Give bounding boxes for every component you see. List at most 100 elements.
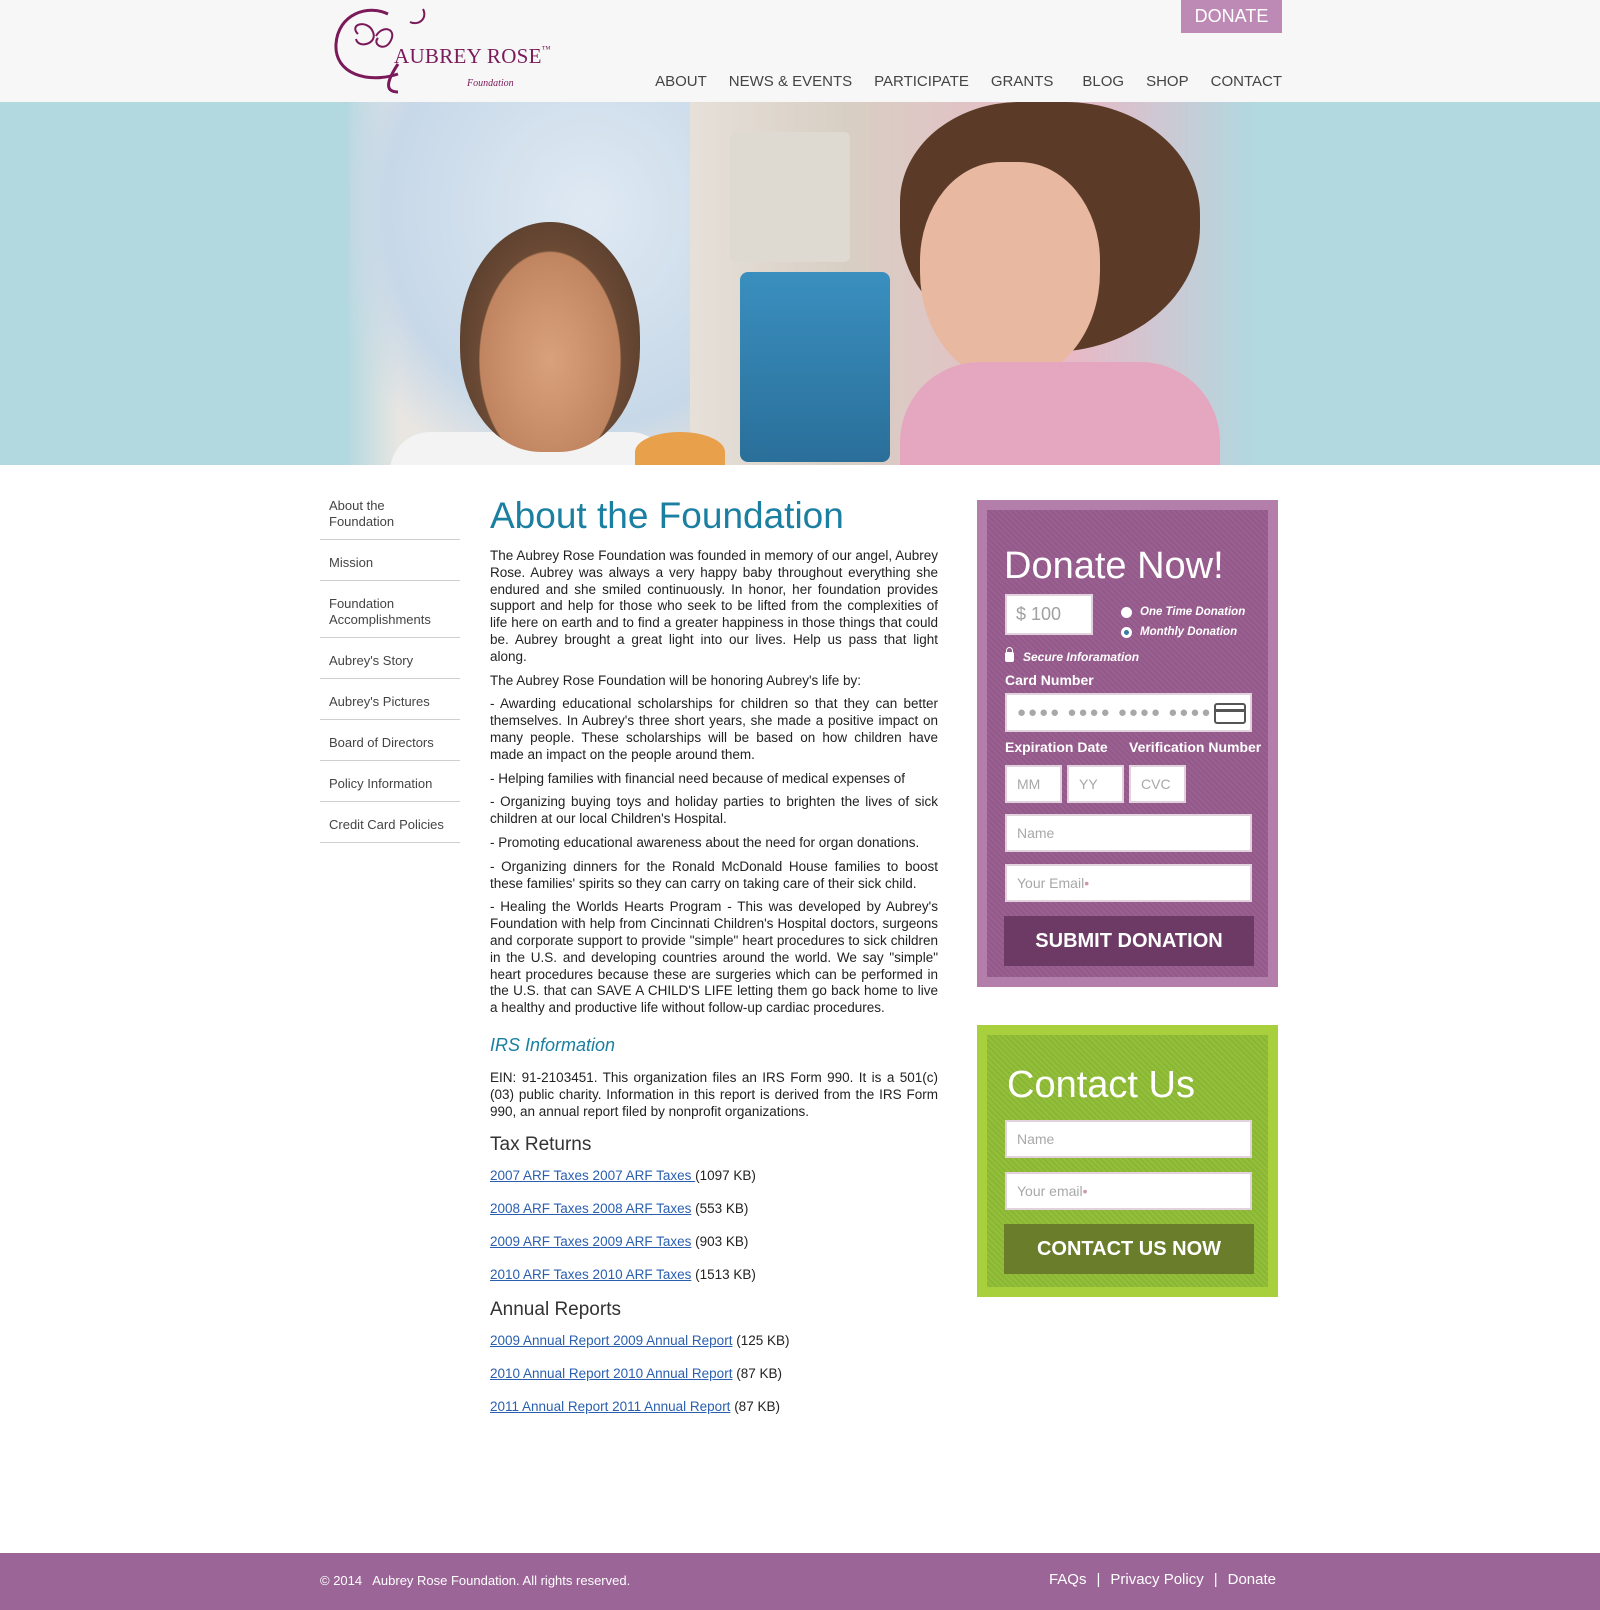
program-toys: - Organizing buying toys and holiday par… bbox=[490, 794, 938, 827]
nav-contact[interactable]: CONTACT bbox=[1211, 73, 1282, 90]
sidebar-item-aubreys-pictures[interactable]: Aubrey's Pictures bbox=[320, 689, 460, 720]
logo-text: AUBREY ROSE™ bbox=[394, 44, 551, 68]
irs-text: EIN: 91-2103451. This organization files… bbox=[490, 1069, 938, 1119]
copyright: © 2014 Aubrey Rose Foundation. All right… bbox=[320, 1573, 631, 1588]
honoring-paragraph: The Aubrey Rose Foundation will be honor… bbox=[490, 672, 862, 688]
footer-separator: | bbox=[1096, 1571, 1101, 1588]
annual-report-link[interactable]: 2011 Annual Report 2011 Annual Report bbox=[490, 1399, 730, 1414]
monthly-donation-option[interactable]: Monthly Donation bbox=[1121, 626, 1237, 638]
required-marker: • bbox=[1084, 875, 1090, 891]
site-header: AUBREY ROSE™ Foundation DONATE ABOUT NEW… bbox=[0, 0, 1600, 102]
footer-links: FAQs | Privacy Policy | Donate bbox=[1049, 1571, 1276, 1588]
donate-header-button[interactable]: DONATE bbox=[1181, 0, 1282, 33]
file-size: (87 KB) bbox=[732, 1366, 782, 1382]
logo-subtext: Foundation bbox=[467, 78, 514, 89]
card-number-label: Card Number bbox=[1005, 672, 1094, 688]
one-time-donation-option[interactable]: One Time Donation bbox=[1121, 606, 1245, 618]
card-number-field[interactable]: ●●●● ●●●● ●●●● ●●●● bbox=[1005, 693, 1252, 732]
program-families: - Helping families with financial need b… bbox=[490, 770, 905, 786]
tax-returns-heading: Tax Returns bbox=[490, 1134, 592, 1156]
sidebar-item-about-foundation[interactable]: About the Foundation bbox=[320, 493, 460, 540]
list-item: 2011 Annual Report 2011 Annual Report (8… bbox=[490, 1397, 938, 1417]
contact-email-placeholder: Your email bbox=[1017, 1183, 1083, 1199]
nav-news-events[interactable]: NEWS & EVENTS bbox=[729, 73, 852, 90]
footer-link-donate[interactable]: Donate bbox=[1228, 1571, 1276, 1588]
sidebar-nav: About the Foundation Mission Foundation … bbox=[320, 493, 460, 853]
list-item: 2009 ARF Taxes 2009 ARF Taxes (903 KB) bbox=[490, 1232, 938, 1252]
tax-file-link[interactable]: 2010 ARF Taxes 2010 ARF Taxes bbox=[490, 1267, 691, 1282]
logo[interactable]: AUBREY ROSE™ Foundation bbox=[328, 4, 551, 96]
contact-us-button[interactable]: CONTACT US NOW bbox=[1004, 1224, 1254, 1274]
sidebar-item-mission[interactable]: Mission bbox=[320, 550, 460, 581]
monthly-donation-label: Monthly Donation bbox=[1140, 626, 1238, 638]
footer-separator: | bbox=[1213, 1571, 1218, 1588]
nav-shop[interactable]: SHOP bbox=[1146, 73, 1189, 90]
sidebar-item-policy[interactable]: Policy Information bbox=[320, 771, 460, 802]
expiration-month-field[interactable]: MM bbox=[1005, 765, 1062, 803]
list-item: 2008 ARF Taxes 2008 ARF Taxes (553 KB) bbox=[490, 1199, 938, 1219]
irs-heading: IRS Information bbox=[490, 1034, 616, 1055]
program-scholarships: - Awarding educational scholarships for … bbox=[490, 696, 938, 762]
card-number-placeholder: ●●●● ●●●● ●●●● ●●●● bbox=[1017, 704, 1213, 721]
tax-file-link[interactable]: 2007 ARF Taxes 2007 ARF Taxes bbox=[490, 1168, 695, 1183]
submit-donation-button[interactable]: SUBMIT DONATION bbox=[1004, 916, 1254, 966]
sidebar-item-accomplishments[interactable]: Foundation Accomplishments bbox=[320, 591, 460, 638]
nav-participate[interactable]: PARTICIPATE bbox=[874, 73, 969, 90]
annual-report-link[interactable]: 2009 Annual Report 2009 Annual Report bbox=[490, 1333, 732, 1348]
donor-email-placeholder: Your Email bbox=[1017, 875, 1085, 891]
sidebar-item-board[interactable]: Board of Directors bbox=[320, 730, 460, 761]
file-size: (553 KB) bbox=[691, 1201, 749, 1217]
tax-file-link[interactable]: 2008 ARF Taxes 2008 ARF Taxes bbox=[490, 1201, 691, 1216]
page-title: About the Foundation bbox=[490, 495, 844, 536]
nav-about[interactable]: ABOUT bbox=[655, 73, 707, 90]
intro-paragraph: The Aubrey Rose Foundation was founded i… bbox=[490, 548, 938, 664]
lock-icon bbox=[1005, 647, 1014, 662]
hero-medical-monitor bbox=[730, 132, 850, 262]
hero-nurse-scrubs bbox=[900, 362, 1220, 465]
list-item: 2010 Annual Report 2010 Annual Report (8… bbox=[490, 1364, 938, 1384]
contact-title: Contact Us bbox=[1007, 1064, 1195, 1106]
donate-panel: Donate Now! $ 100 One Time Donation Mont… bbox=[977, 500, 1278, 987]
list-item: 2007 ARF Taxes 2007 ARF Taxes (1097 KB) bbox=[490, 1166, 938, 1186]
program-dinners: - Organizing dinners for the Ronald McDo… bbox=[490, 858, 938, 891]
file-size: (125 KB) bbox=[732, 1333, 790, 1349]
hero-boy bbox=[460, 222, 640, 452]
hero-nurse bbox=[920, 162, 1100, 382]
verification-number-label: Verification Number bbox=[1129, 739, 1262, 755]
tax-file-link[interactable]: 2009 ARF Taxes 2009 ARF Taxes bbox=[490, 1234, 691, 1249]
expiration-year-field[interactable]: YY bbox=[1067, 765, 1124, 803]
radio-button[interactable] bbox=[1121, 606, 1132, 618]
nav-blog[interactable]: BLOG bbox=[1082, 73, 1124, 90]
sidebar-item-aubreys-story[interactable]: Aubrey's Story bbox=[320, 648, 460, 679]
hero-iv-pump bbox=[740, 272, 890, 462]
donor-name-field[interactable]: Name bbox=[1005, 814, 1252, 852]
contact-email-field[interactable]: Your email• bbox=[1005, 1172, 1252, 1210]
radio-button-checked[interactable] bbox=[1121, 626, 1132, 638]
hero-banner bbox=[0, 102, 1600, 465]
sidebar-item-credit-card-policies[interactable]: Credit Card Policies bbox=[320, 812, 460, 843]
expiration-date-label: Expiration Date bbox=[1005, 739, 1108, 755]
credit-card-icon bbox=[1214, 703, 1246, 724]
donate-form: Donate Now! $ 100 One Time Donation Mont… bbox=[987, 510, 1268, 977]
file-size: (1513 KB) bbox=[691, 1267, 756, 1283]
list-item: 2009 Annual Report 2009 Annual Report (1… bbox=[490, 1331, 938, 1351]
file-size: (87 KB) bbox=[730, 1399, 780, 1415]
secure-info: Secure Inforamation bbox=[1005, 647, 1140, 664]
contact-name-field[interactable]: Name bbox=[1005, 1120, 1252, 1158]
contact-form: Contact Us Name Your email• CONTACT US N… bbox=[987, 1035, 1268, 1287]
program-hearts: - Healing the Worlds Hearts Program - Th… bbox=[490, 899, 938, 1016]
donor-email-field[interactable]: Your Email• bbox=[1005, 864, 1252, 902]
footer-link-faqs[interactable]: FAQs bbox=[1049, 1571, 1087, 1588]
nav-grants[interactable]: GRANTS bbox=[991, 73, 1054, 90]
main-nav: ABOUT NEWS & EVENTS PARTICIPATE GRANTS B… bbox=[633, 73, 1282, 90]
contact-panel: Contact Us Name Your email• CONTACT US N… bbox=[977, 1025, 1278, 1297]
donation-amount-input[interactable]: $ 100 bbox=[1005, 594, 1093, 635]
list-item: 2010 ARF Taxes 2010 ARF Taxes (1513 KB) bbox=[490, 1265, 938, 1285]
cvc-field[interactable]: CVC bbox=[1129, 765, 1186, 803]
required-marker: • bbox=[1082, 1183, 1088, 1199]
secure-info-label: Secure Inforamation bbox=[1023, 650, 1140, 664]
annual-reports-heading: Annual Reports bbox=[490, 1299, 621, 1321]
annual-report-link[interactable]: 2010 Annual Report 2010 Annual Report bbox=[490, 1366, 732, 1381]
hero-food bbox=[635, 432, 725, 465]
footer-link-privacy-policy[interactable]: Privacy Policy bbox=[1110, 1571, 1203, 1588]
